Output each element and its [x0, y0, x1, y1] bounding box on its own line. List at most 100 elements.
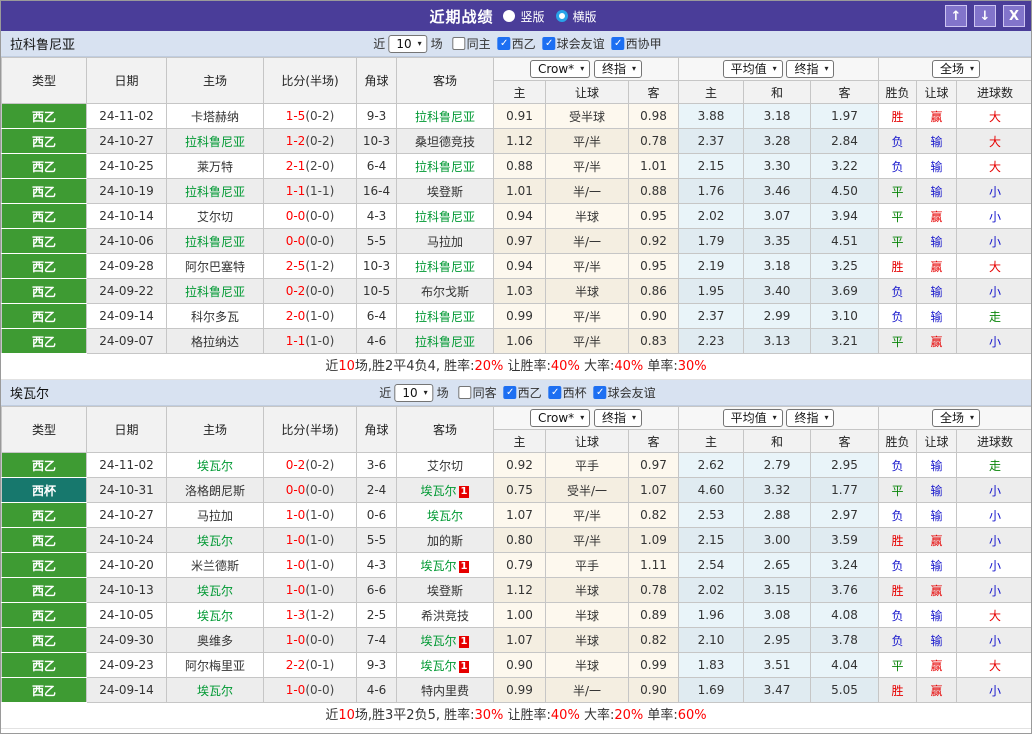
radio-horizontal-layout[interactable]: [555, 10, 568, 22]
avg-source-value: 平均值: [730, 411, 767, 425]
scope-select[interactable]: 全场 ▾: [932, 60, 981, 78]
crow-home-odds: 1.07: [493, 627, 546, 653]
handicap-line: 半球: [545, 278, 629, 304]
corners: 3-6: [356, 452, 397, 478]
avg-away-odds: 2.97: [810, 502, 880, 528]
score-cell: 2-0(1-0): [263, 303, 357, 329]
goals-result: 大: [956, 602, 1031, 628]
crow-home-odds: 0.99: [493, 303, 546, 329]
crow-away-odds: 0.97: [627, 452, 680, 478]
games-unit-label: 场: [430, 37, 443, 51]
corners: 2-4: [356, 477, 397, 503]
crow-home-odds: 0.99: [493, 677, 546, 703]
odds-source-select[interactable]: Crow* ▾: [529, 60, 591, 78]
avg-source-select[interactable]: 平均值 ▾: [722, 60, 783, 78]
avg-away-odds: 4.04: [810, 652, 880, 678]
subcol-avg-draw: 和: [743, 80, 812, 104]
close-button[interactable]: X: [1003, 5, 1025, 27]
odds-source-select[interactable]: Crow* ▾: [529, 409, 591, 427]
match-row: 西乙 24-11-02 卡塔赫纳 1-5(0-2) 9-3 拉科鲁尼亚 0.91 受半球 0.9…: [1, 103, 1031, 129]
avg-final-select[interactable]: 终指 ▾: [786, 409, 835, 427]
radio-vertical-layout[interactable]: [503, 10, 516, 22]
handicap-line: 平/半: [545, 328, 629, 354]
recent-count-select[interactable]: 10 ▾: [394, 383, 434, 402]
subcol-outcome: 胜负: [878, 80, 918, 104]
col-header-score: 比分(半场): [263, 406, 357, 453]
recent-count-select[interactable]: 10 ▾: [388, 34, 428, 53]
avg-final-value: 终指: [794, 62, 819, 76]
filter-checkbox-league-1[interactable]: ✓ 球会友谊: [542, 35, 605, 52]
avg-source-value: 平均值: [730, 62, 767, 76]
subcol-avg-home: 主: [678, 429, 745, 453]
goals-result: 大: [956, 153, 1031, 179]
col-header-away: 客场: [396, 406, 494, 453]
crow-home-odds: 0.79: [493, 552, 546, 578]
match-date: 24-10-31: [86, 477, 167, 503]
checkbox-checked-icon: ✓: [548, 386, 562, 399]
filter-checkbox-league-0[interactable]: ✓ 西乙: [503, 384, 542, 401]
home-team: 埃瓦尔: [166, 677, 264, 703]
crow-home-odds: 1.06: [493, 328, 546, 354]
avg-home-odds: 2.15: [678, 527, 745, 553]
filter-checkbox-same-home[interactable]: 同主: [452, 35, 491, 52]
subcol-handicap-result: 让球: [916, 429, 958, 453]
match-date: 24-09-14: [86, 303, 167, 329]
odds-source-value: Crow*: [537, 62, 575, 76]
filter-checkbox-league-2[interactable]: ✓ 球会友谊: [593, 384, 656, 401]
away-team: 埃登斯: [396, 178, 494, 204]
match-row: 西乙 24-09-22 拉科鲁尼亚 0-2(0-0) 10-5 布尔戈斯 1.03 半球 0.8…: [1, 278, 1031, 304]
match-date: 24-09-30: [86, 627, 167, 653]
filter-checkbox-league-2[interactable]: ✓ 西协甲: [611, 35, 662, 52]
recent-form-summary: 近10场,胜2平4负4, 胜率:20% 让胜率:40% 大率:40% 单率:30…: [1, 354, 1031, 380]
avg-home-odds: 3.88: [678, 103, 745, 129]
crow-away-odds: 0.90: [627, 677, 680, 703]
avg-away-odds: 4.50: [810, 178, 880, 204]
subcol-crow-away: 客: [627, 429, 680, 453]
odds-final-select[interactable]: 终指 ▾: [594, 409, 643, 427]
filter-checkbox-league-1[interactable]: ✓ 西杯: [548, 384, 587, 401]
league-badge: 西乙: [1, 153, 87, 179]
avg-final-select[interactable]: 终指 ▾: [786, 60, 835, 78]
filter-checkbox-league-0[interactable]: ✓ 西乙: [497, 35, 536, 52]
score-cell: 0-0(0-0): [263, 228, 357, 254]
corners: 4-6: [356, 677, 397, 703]
scope-dropdown: 全场 ▾: [878, 406, 1031, 430]
avg-source-select[interactable]: 平均值 ▾: [722, 409, 783, 427]
filter-checkbox-same-away[interactable]: 同客: [458, 384, 497, 401]
summary-stat-value: 20%: [474, 359, 504, 374]
move-up-button[interactable]: ↑: [945, 5, 967, 27]
match-outcome: 负: [878, 452, 918, 478]
recent-count-value: 10: [402, 385, 418, 400]
crow-home-odds: 0.94: [493, 203, 546, 229]
away-team: 拉科鲁尼亚: [396, 203, 494, 229]
subcol-goals: 进球数: [956, 429, 1031, 453]
subcol-outcome: 胜负: [878, 429, 918, 453]
corners: 9-3: [356, 103, 397, 129]
summary-stat-value: 40%: [614, 359, 644, 374]
avg-away-odds: 1.97: [810, 103, 880, 129]
goals-result: 走: [956, 303, 1031, 329]
goals-result: 大: [956, 103, 1031, 129]
handicap-line: 平/半: [545, 303, 629, 329]
match-date: 24-10-06: [86, 228, 167, 254]
check-icon: ✓: [550, 387, 560, 398]
score-cell: 2-5(1-2): [263, 253, 357, 279]
match-row: 西乙 24-10-13 埃瓦尔 1-0(1-0) 6-6 埃登斯 1.12 半球 0.78 2.0…: [1, 577, 1031, 603]
match-date: 24-10-14: [86, 203, 167, 229]
scope-dropdown: 全场 ▾: [878, 57, 1031, 81]
match-row: 西乙 24-10-24 埃瓦尔 1-0(1-0) 5-5 加的斯 0.80 平/半 1.09 2.…: [1, 527, 1031, 553]
handicap-line: 平手: [545, 452, 629, 478]
move-down-button[interactable]: ↓: [974, 5, 996, 27]
scope-select[interactable]: 全场 ▾: [932, 409, 981, 427]
avg-draw-odds: 3.28: [743, 128, 812, 154]
summary-text: 场,胜2平4负4, 胜率:: [354, 359, 475, 374]
handicap-result: 输: [916, 128, 958, 154]
odds-final-select[interactable]: 终指 ▾: [594, 60, 643, 78]
goals-result: 大: [956, 128, 1031, 154]
col-header-date: 日期: [86, 57, 167, 104]
avg-home-odds: 2.02: [678, 577, 745, 603]
col-header-corners: 角球: [356, 57, 397, 104]
league-badge: 西乙: [1, 552, 87, 578]
checkbox-label: 同主: [466, 37, 491, 51]
avg-draw-odds: 3.07: [743, 203, 812, 229]
